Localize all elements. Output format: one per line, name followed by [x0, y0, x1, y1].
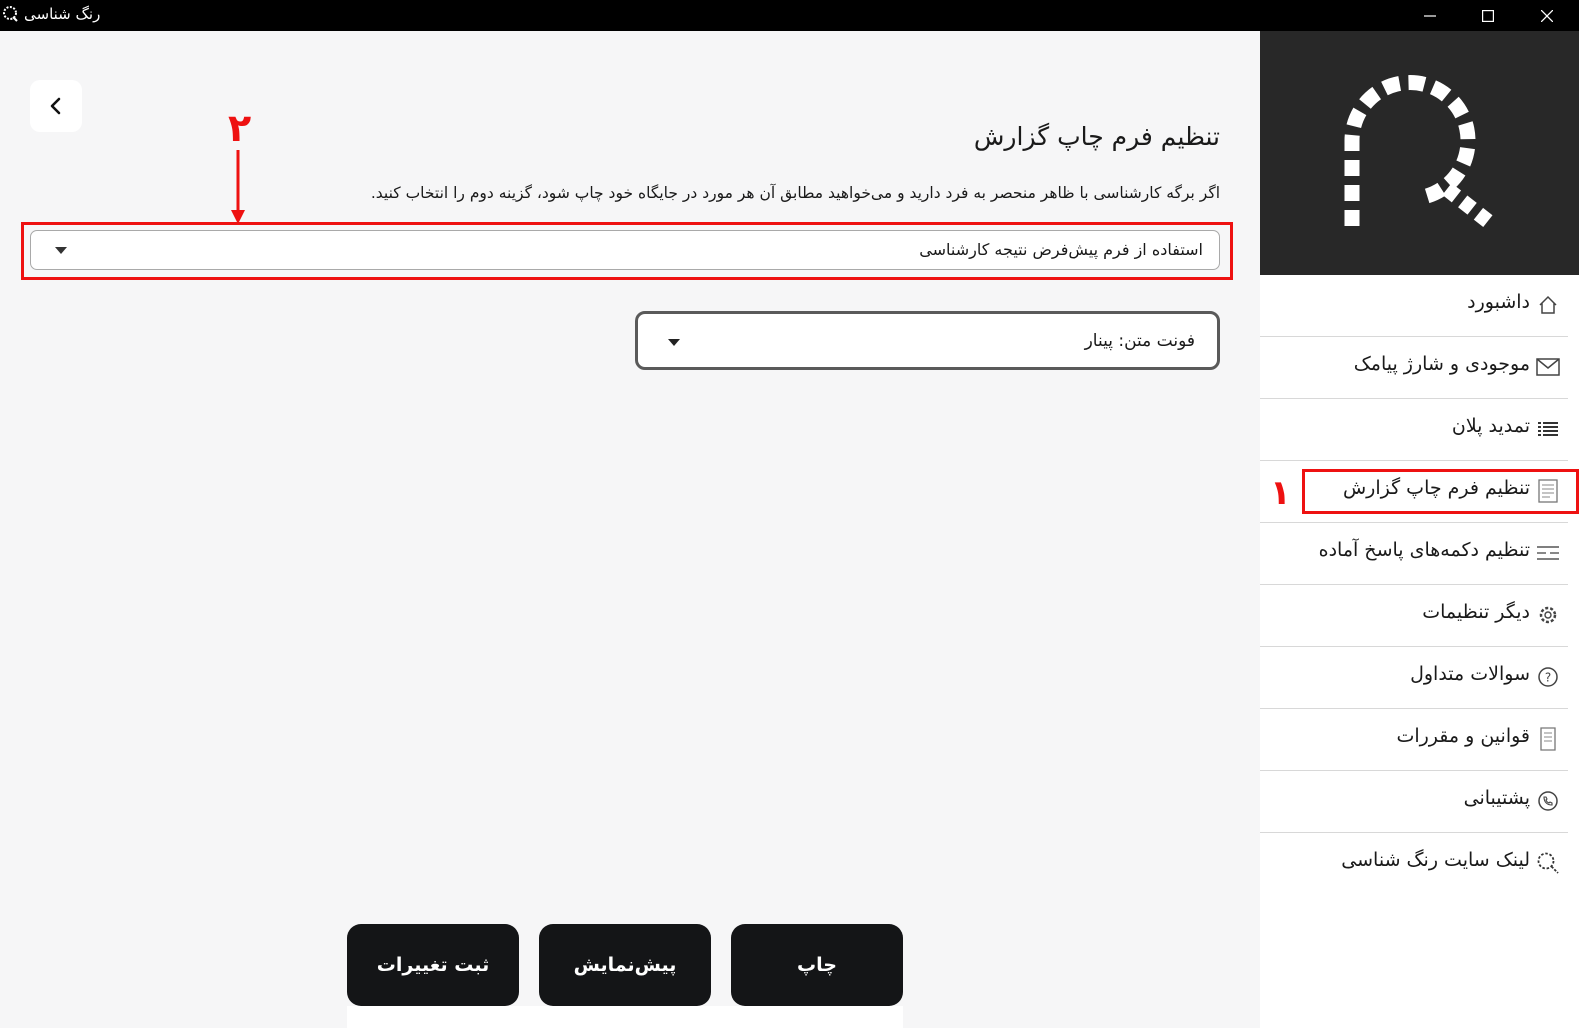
print-button[interactable]: چاپ — [731, 924, 903, 1006]
font-select-value: فونت متن: پینار — [1084, 331, 1195, 351]
chevron-left-icon — [50, 97, 61, 115]
sidebar-item-support[interactable]: پشتیبانی — [1260, 771, 1568, 833]
minimize-icon — [1424, 14, 1436, 17]
phone-icon — [1536, 789, 1560, 813]
main-content: تنظیم فرم چاپ گزارش اگر برگه کارشناسی با… — [0, 31, 1260, 1028]
document-icon — [1536, 727, 1560, 751]
page-title: تنظیم فرم چاپ گزارش — [973, 122, 1220, 151]
sidebar-item-label: سوالات متداول — [1410, 663, 1530, 685]
brand-logo-icon — [1344, 75, 1499, 232]
annotation-highlight-sidebar-item — [1302, 469, 1579, 514]
sidebar-item-terms[interactable]: قوانین و مقررات — [1260, 709, 1568, 771]
sidebar-item-faq[interactable]: ? سوالات متداول — [1260, 647, 1568, 709]
close-icon — [1541, 9, 1553, 22]
minimize-button[interactable] — [1401, 0, 1459, 31]
sidebar-item-label: موجودی و شارژ پیامک — [1353, 353, 1530, 375]
maximize-icon — [1482, 9, 1494, 22]
annotation-arrow-down-icon — [231, 150, 245, 224]
search-link-icon — [1536, 851, 1560, 875]
preview-button[interactable]: پیش‌نمایش — [539, 924, 711, 1006]
logo-area — [1260, 31, 1579, 275]
sidebar-item-label: پشتیبانی — [1463, 787, 1530, 809]
save-changes-button[interactable]: ثبت تغییرات — [347, 924, 519, 1006]
sidebar-item-label: تمدید پلان — [1451, 415, 1530, 437]
back-button[interactable] — [30, 80, 82, 132]
sliders-icon — [1536, 541, 1560, 565]
maximize-button[interactable] — [1459, 0, 1517, 31]
home-icon — [1536, 293, 1560, 317]
question-icon: ? — [1536, 665, 1560, 689]
page-description: اگر برگه کارشناسی با ظاهر منحصر به فرد د… — [370, 184, 1220, 202]
mail-icon — [1536, 355, 1560, 379]
sidebar-item-website-link[interactable]: لینک سایت رنگ شناسی — [1260, 833, 1568, 895]
close-button[interactable] — [1518, 0, 1576, 31]
annotation-number-1: ۱ — [1270, 473, 1291, 513]
window-title: رنگ شناسی — [24, 5, 101, 23]
font-select[interactable]: فونت متن: پینار — [635, 311, 1220, 370]
sidebar-item-dashboard[interactable]: داشبورد — [1260, 275, 1568, 337]
dropdown-caret-icon — [668, 339, 680, 346]
annotation-highlight-form-select — [21, 222, 1233, 280]
svg-text:?: ? — [1545, 671, 1551, 685]
sidebar-item-label: دیگر تنظیمات — [1422, 601, 1530, 623]
sidebar-item-label: داشبورد — [1467, 291, 1530, 313]
sidebar-item-label: لینک سایت رنگ شناسی — [1341, 849, 1530, 871]
sidebar-item-label: قوانین و مقررات — [1396, 725, 1530, 747]
sidebar-item-other-settings[interactable]: دیگر تنظیمات — [1260, 585, 1568, 647]
sidebar-item-sms-balance[interactable]: موجودی و شارژ پیامک — [1260, 337, 1568, 399]
gear-icon — [1536, 603, 1560, 627]
sidebar: داشبورد موجودی و شارژ پیامک تمدید پلان ت… — [1260, 31, 1579, 1028]
list-icon — [1536, 417, 1560, 441]
annotation-number-2: ۲ — [228, 106, 252, 150]
app-logo-icon — [3, 6, 18, 22]
sidebar-item-label: تنظیم دکمه‌های پاسخ آماده — [1318, 539, 1530, 561]
button-bar-background — [347, 1006, 903, 1028]
sidebar-item-quick-replies[interactable]: تنظیم دکمه‌های پاسخ آماده — [1260, 523, 1568, 585]
sidebar-item-renew-plan[interactable]: تمدید پلان — [1260, 399, 1568, 461]
title-bar: رنگ شناسی — [0, 0, 1579, 31]
